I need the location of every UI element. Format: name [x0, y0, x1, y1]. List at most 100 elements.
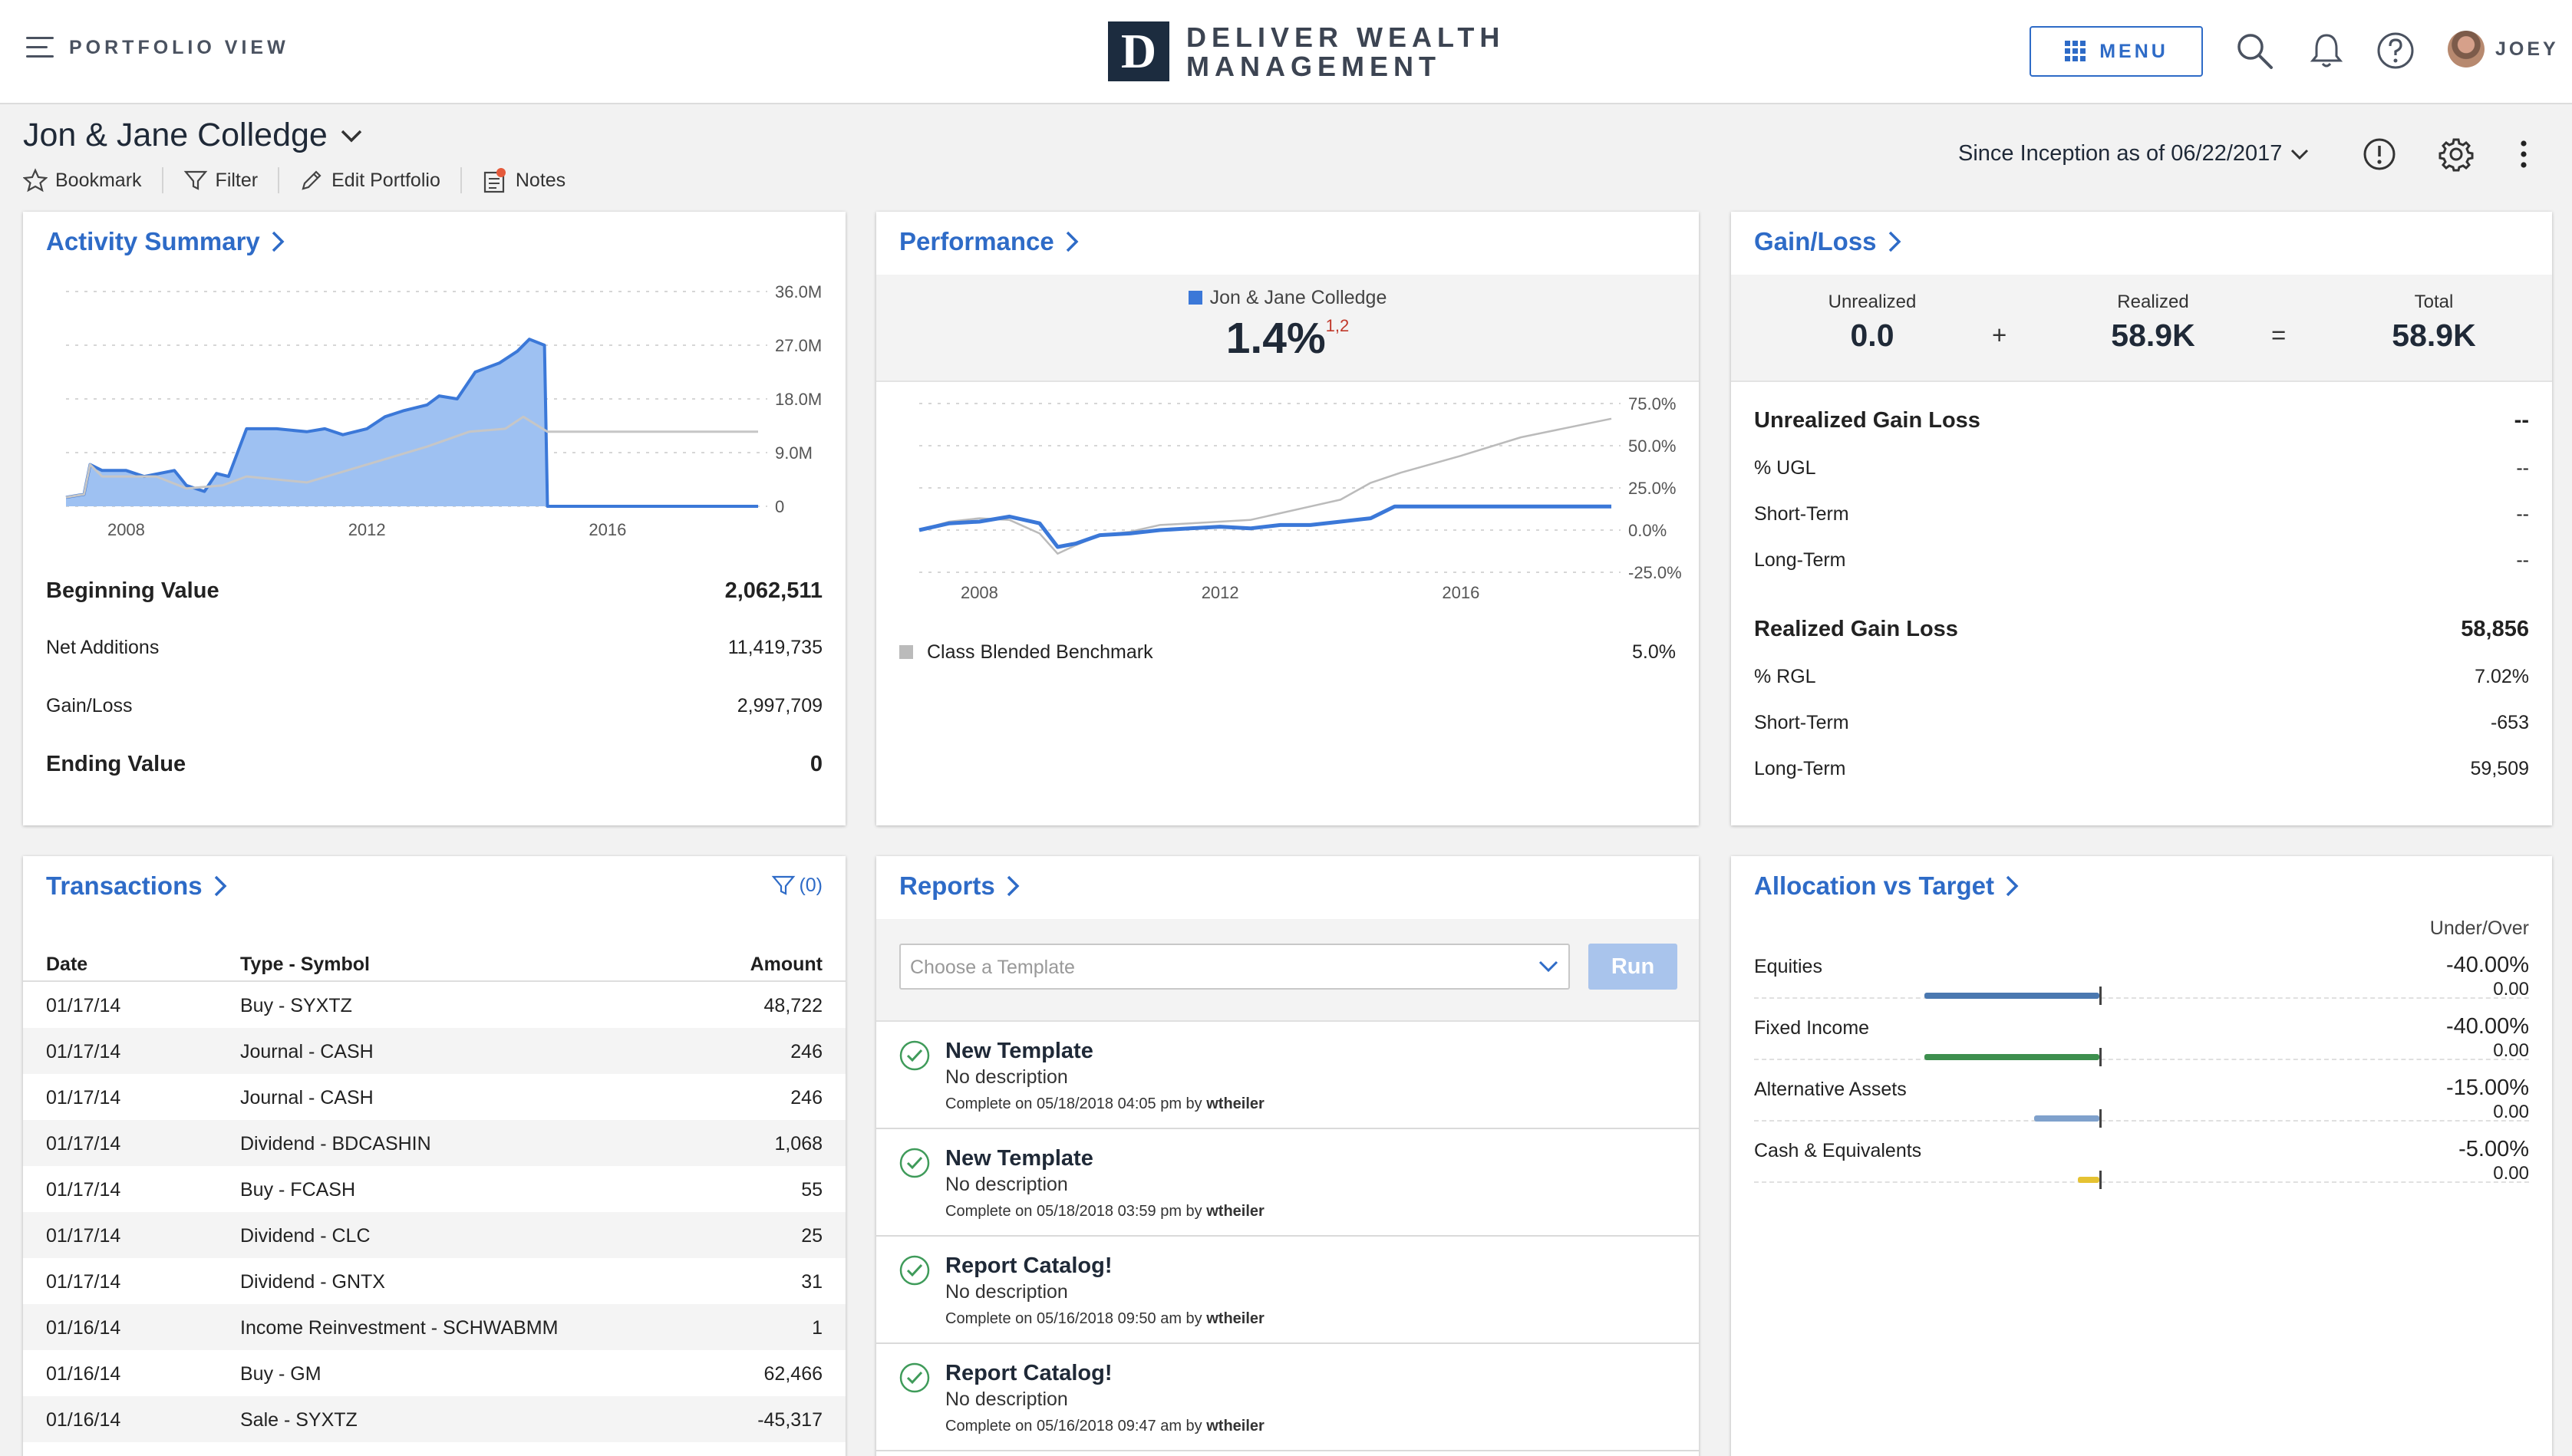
chevron-down-icon — [1538, 960, 1558, 973]
period-label: Since Inception as of 06/22/2017 — [1958, 141, 2283, 166]
activity-row: Beginning Value 2,062,511 — [46, 578, 823, 604]
chevron-right-icon — [1007, 875, 1020, 897]
template-select[interactable]: Choose a Template — [899, 944, 1570, 990]
col-type-symbol[interactable]: Type - Symbol — [240, 954, 370, 976]
tx-date: 01/16/14 — [46, 1363, 121, 1385]
realized-label: Realized — [2117, 292, 2189, 312]
allocation-header[interactable]: Allocation vs Target — [1754, 871, 2019, 901]
report-item[interactable]: New Template No description Complete on 05… — [876, 1129, 1699, 1237]
alert-icon[interactable] — [2360, 135, 2399, 173]
report-meta-text: Complete on 05/16/2018 09:50 am by — [945, 1310, 1202, 1327]
menu-label: MENU — [2099, 40, 2168, 62]
reports-header[interactable]: Reports — [899, 871, 1020, 901]
activity-row-value: 11,419,735 — [727, 637, 823, 658]
tx-amount: 246 — [790, 1041, 823, 1062]
portfolio-view-label[interactable]: PORTFOLIO VIEW — [69, 37, 289, 59]
table-row[interactable]: 01/17/14 Journal - CASH 246 — [23, 1074, 846, 1120]
report-user: wtheiler — [1206, 1095, 1265, 1112]
activity-row-label: Net Additions — [46, 637, 160, 658]
benchmark-swatch — [899, 645, 913, 659]
tx-type-symbol: Buy - GM — [240, 1363, 322, 1385]
report-meta-text: Complete on 05/18/2018 03:59 pm by — [945, 1203, 1202, 1220]
portfolio-title-dropdown[interactable]: Jon & Jane Colledge — [23, 117, 363, 154]
report-item[interactable]: Report Catalog! No description Complete on… — [876, 1344, 1699, 1451]
user-name[interactable]: JOEY — [2495, 38, 2559, 61]
table-row[interactable]: 01/17/14 Dividend - BDCASHIN 1,068 — [23, 1120, 846, 1166]
table-row[interactable]: 01/16/14 Income Reinvestment - SCHWABMM 1 — [23, 1304, 846, 1350]
report-meta-text: Complete on 05/18/2018 04:05 pm by — [945, 1095, 1202, 1112]
allocation-row[interactable]: Alternative Assets -15.00% 0.00 — [1754, 1076, 2529, 1140]
reports-panel: Reports Choose a Template Run New Templa… — [876, 856, 1699, 1456]
check-circle-icon — [899, 1255, 930, 1286]
chevron-right-icon — [214, 875, 227, 897]
tx-type-symbol: Dividend - GNTX — [240, 1271, 385, 1293]
report-title: Report Catalog! — [945, 1361, 1113, 1385]
allocation-target-marker — [2099, 987, 2102, 1005]
table-row[interactable]: 01/17/14 Buy - FCASH 55 — [23, 1166, 846, 1212]
table-row[interactable]: 01/17/14 Buy - SYXTZ 48,722 — [23, 982, 846, 1028]
col-amount[interactable]: Amount — [750, 954, 823, 976]
gain-loss-title: Gain/Loss — [1754, 227, 1877, 255]
tx-type-symbol: Dividend - CLC — [240, 1225, 371, 1247]
report-meta-text: Complete on 05/16/2018 09:47 am by — [945, 1418, 1202, 1435]
performance-header[interactable]: Performance — [899, 227, 1079, 256]
menu-button[interactable]: MENU — [2030, 26, 2203, 77]
run-button[interactable]: Run — [1588, 944, 1677, 990]
bookmark-label: Bookmark — [55, 169, 142, 191]
table-row[interactable]: 01/16/14 Buy - GM 62,466 — [23, 1350, 846, 1396]
hamburger-menu-icon[interactable] — [26, 34, 57, 61]
transactions-filter[interactable]: (0) — [771, 873, 823, 898]
reports-title: Reports — [899, 871, 995, 900]
report-meta: Complete on 05/18/2018 03:59 pm by wthei… — [945, 1203, 1265, 1220]
allocation-target-marker — [2099, 1171, 2102, 1189]
gain-loss-summary-band: Unrealized 0.0 + Realized 58.9K = Total … — [1731, 275, 2552, 382]
allocation-label: Fixed Income — [1754, 1017, 1870, 1039]
table-row[interactable]: 01/16/14 Sale - SYXTZ -45,317 — [23, 1396, 846, 1442]
report-meta: Complete on 05/18/2018 04:05 pm by wthei… — [945, 1095, 1265, 1113]
activity-summary-header[interactable]: Activity Summary — [46, 227, 285, 256]
allocation-under-over: -40.00% — [2445, 953, 2529, 977]
activity-row: Net Additions 11,419,735 — [46, 637, 823, 659]
table-row[interactable]: 01/17/14 Dividend - CLC 25 — [23, 1212, 846, 1258]
gain-loss-row: % UGL -- — [1754, 457, 2529, 479]
bell-icon[interactable] — [2305, 29, 2348, 72]
x-tick-label: 2016 — [589, 520, 626, 539]
gear-icon[interactable] — [2437, 135, 2475, 173]
user-avatar[interactable] — [2448, 31, 2485, 68]
report-item[interactable]: New Template No description Complete on 05… — [876, 1022, 1699, 1129]
chevron-right-icon — [1888, 231, 1901, 252]
notes-button[interactable]: Notes — [482, 167, 585, 193]
report-item[interactable]: Report Catalog! No description Complete on… — [876, 1237, 1699, 1344]
chevron-right-icon — [1066, 231, 1079, 252]
help-icon[interactable] — [2374, 29, 2417, 72]
funnel-icon — [183, 170, 207, 190]
report-meta: Complete on 05/16/2018 09:47 am by wthei… — [945, 1418, 1265, 1435]
gain-loss-row-label: Unrealized Gain Loss — [1754, 408, 1980, 433]
allocation-row[interactable]: Cash & Equivalents -5.00% 0.00 — [1754, 1137, 2529, 1201]
bookmark-button[interactable]: Bookmark — [23, 167, 163, 193]
col-date[interactable]: Date — [46, 954, 87, 976]
tx-amount: 31 — [801, 1271, 823, 1293]
transactions-header[interactable]: Transactions — [46, 871, 227, 901]
activity-row-label: Ending Value — [46, 752, 186, 776]
allocation-row[interactable]: Fixed Income -40.00% 0.00 — [1754, 1014, 2529, 1079]
report-description: No description — [945, 1066, 1068, 1088]
allocation-row[interactable]: Equities -40.00% 0.00 — [1754, 953, 2529, 1017]
table-row[interactable]: 01/17/14 Journal - CASH 246 — [23, 1028, 846, 1074]
legend-portfolio-name: Jon & Jane Colledge — [1209, 287, 1387, 308]
more-vertical-icon[interactable] — [2504, 135, 2543, 173]
filter-button[interactable]: Filter — [183, 167, 280, 193]
gain-loss-row: % RGL 7.02% — [1754, 666, 2529, 688]
allocation-under-over: -15.00% — [2445, 1076, 2529, 1100]
gain-loss-row: Short-Term -- — [1754, 503, 2529, 525]
chevron-down-icon — [341, 130, 362, 142]
portfolio-title: Jon & Jane Colledge — [23, 117, 328, 153]
realized-value: 58.9K — [2111, 318, 2195, 353]
gain-loss-row: Short-Term -653 — [1754, 712, 2529, 734]
edit-portfolio-button[interactable]: Edit Portfolio — [299, 167, 462, 193]
table-row[interactable]: 01/17/14 Dividend - GNTX 31 — [23, 1258, 846, 1304]
search-icon[interactable] — [2233, 29, 2276, 72]
gain-loss-header[interactable]: Gain/Loss — [1754, 227, 1901, 256]
edit-portfolio-label: Edit Portfolio — [331, 169, 440, 191]
period-selector[interactable]: Since Inception as of 06/22/2017 — [1958, 141, 2310, 166]
